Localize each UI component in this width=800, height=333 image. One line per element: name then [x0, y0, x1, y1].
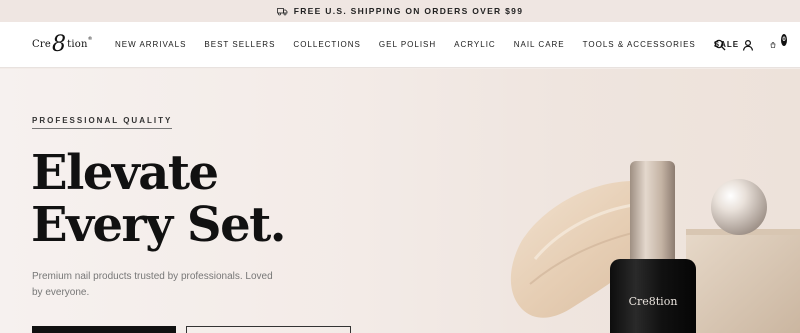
nav-tools-accessories[interactable]: TOOLS & ACCESSORIES: [583, 40, 696, 49]
headline-line-1: Elevate: [31, 145, 219, 201]
hero-subtext: Premium nail products trusted by profess…: [32, 271, 273, 298]
logo-eight: 8: [51, 31, 67, 57]
hero-headline: Elevate Every Set.: [31, 145, 287, 253]
logo-registered-mark: ®: [87, 35, 93, 42]
logo-text-right: tion: [67, 39, 88, 50]
brand-logo[interactable]: Cre 8 tion ®: [32, 32, 94, 58]
headline-line-2: Every Set.: [31, 197, 287, 253]
hero-section: PROFESSIONAL QUALITY Elevate Every Set. …: [0, 69, 800, 333]
nav-best-sellers[interactable]: BEST SELLERS: [204, 40, 275, 49]
announcement-text: FREE U.S. SHIPPING ON ORDERS OVER $99: [293, 6, 524, 16]
site-header: Cre 8 tion ® NEW ARRIVALS BEST SELLERS COLL…: [0, 22, 800, 68]
stone-pedestal: [686, 229, 800, 333]
account-icon[interactable]: [742, 39, 754, 51]
hero-product-image: Cre8tion: [510, 161, 800, 333]
nav-nail-care[interactable]: NAIL CARE: [514, 40, 565, 49]
nav-new-arrivals[interactable]: NEW ARRIVALS: [115, 40, 186, 49]
cart-icon[interactable]: 0: [770, 34, 787, 51]
header-icons: 0: [714, 22, 787, 68]
nav-gel-polish[interactable]: GEL POLISH: [379, 40, 436, 49]
logo-text-left: Cre: [32, 39, 51, 50]
pearl-ornament: [711, 179, 767, 235]
hero-primary-button[interactable]: [32, 326, 176, 333]
hero-secondary-button[interactable]: [186, 326, 351, 333]
main-nav: NEW ARRIVALS BEST SELLERS COLLECTIONS GE…: [115, 40, 757, 49]
truck-icon: [276, 7, 288, 15]
nav-collections[interactable]: COLLECTIONS: [293, 40, 360, 49]
bottle-logo: Cre8tion: [629, 295, 678, 308]
hero-eyebrow: PROFESSIONAL QUALITY: [32, 116, 173, 129]
nav-acrylic[interactable]: ACRYLIC: [454, 40, 496, 49]
cart-count-badge: 0: [781, 34, 787, 46]
search-icon[interactable]: [714, 39, 726, 51]
announcement-bar: FREE U.S. SHIPPING ON ORDERS OVER $99: [0, 0, 800, 22]
